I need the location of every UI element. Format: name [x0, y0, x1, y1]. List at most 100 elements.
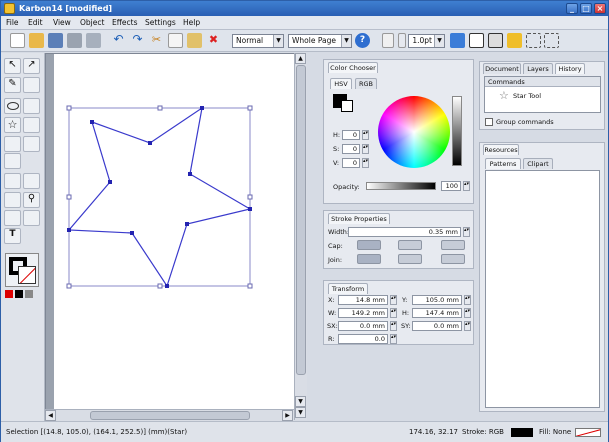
arrange-icon[interactable] — [507, 33, 522, 48]
help-icon[interactable]: ? — [355, 33, 370, 48]
zoom-tool-icon[interactable]: ⚲ — [23, 192, 40, 208]
h-spin-buttons[interactable]: ▴▾ — [362, 130, 369, 140]
rounded-rect-tool-icon[interactable] — [23, 117, 40, 133]
opacity-spin-buttons[interactable]: ▴▾ — [463, 181, 470, 191]
tab-document[interactable]: Document — [483, 63, 521, 74]
horizontal-scroll-thumb[interactable] — [90, 411, 250, 420]
sy-spin-buttons[interactable]: ▴▾ — [464, 321, 471, 331]
bring-to-front-icon[interactable] — [450, 33, 465, 48]
vertical-scrollbar[interactable]: ▲ ▼ ▼ — [294, 53, 307, 420]
scroll-down-icon[interactable]: ▼ — [295, 396, 306, 407]
join-round-button[interactable] — [398, 254, 422, 264]
join-miter-button[interactable] — [357, 254, 381, 264]
horizontal-scrollbar[interactable]: ◀ ▶ — [45, 409, 294, 421]
paste-icon[interactable] — [187, 33, 202, 48]
stroke-fill-swatch[interactable] — [5, 253, 39, 287]
group-commands-checkbox[interactable] — [485, 118, 493, 126]
scroll-down-page-icon[interactable]: ▼ — [295, 407, 306, 418]
x-field[interactable]: 14.8 mm — [338, 295, 388, 305]
h-transform-spin-buttons[interactable]: ▴▾ — [464, 308, 471, 318]
cap-square-button[interactable] — [441, 240, 465, 250]
text-tool-icon[interactable]: T — [4, 228, 21, 244]
w-field[interactable]: 149.2 mm — [338, 308, 388, 318]
menu-help[interactable]: Help — [183, 18, 200, 27]
star-tool-icon[interactable]: ☆ — [4, 117, 21, 133]
cap-round-button[interactable] — [398, 240, 422, 250]
y-spin-buttons[interactable]: ▴▾ — [464, 295, 471, 305]
undo-icon[interactable]: ↶ — [111, 33, 126, 48]
join-bevel-button[interactable] — [441, 254, 465, 264]
save-icon[interactable] — [48, 33, 63, 48]
zoom-spin-icon[interactable] — [382, 33, 394, 48]
star-node-handles[interactable] — [67, 106, 252, 288]
close-button[interactable]: × — [594, 3, 606, 14]
cap-butt-button[interactable] — [357, 240, 381, 250]
polygon-tool-icon[interactable] — [23, 136, 40, 152]
tab-layers[interactable]: Layers — [523, 63, 553, 74]
opacity-slider[interactable] — [366, 182, 436, 190]
black-color-icon[interactable] — [15, 290, 23, 298]
zoom-select[interactable]: Whole Page ▼ — [288, 34, 352, 48]
group-icon[interactable] — [469, 33, 484, 48]
h-field[interactable]: 0 — [342, 130, 360, 140]
history-item-star-tool[interactable]: Star Tool — [513, 92, 541, 100]
print-icon[interactable] — [67, 33, 82, 48]
s-field[interactable]: 0 — [342, 144, 360, 154]
distribute-icon[interactable] — [544, 33, 559, 48]
w-spin-buttons[interactable]: ▴▾ — [390, 308, 397, 318]
copy-icon[interactable] — [168, 33, 183, 48]
sx-field[interactable]: 0.0 mm — [338, 321, 388, 331]
sx-spin-buttons[interactable]: ▴▾ — [390, 321, 397, 331]
spiral-tool-icon[interactable] — [23, 98, 40, 114]
swap-colors-icon[interactable] — [25, 290, 33, 298]
fill-none-swatch[interactable] — [18, 266, 36, 284]
vertical-scroll-thumb[interactable] — [296, 65, 306, 375]
h-transform-field[interactable]: 147.4 mm — [412, 308, 462, 318]
edit-path-tool-icon[interactable]: ↗ — [23, 58, 40, 74]
tab-rgb[interactable]: RGB — [355, 78, 377, 89]
r-spin-buttons[interactable]: ▴▾ — [390, 334, 397, 344]
v-spin-buttons[interactable]: ▴▾ — [362, 158, 369, 168]
menu-edit[interactable]: Edit — [28, 18, 43, 27]
open-folder-icon[interactable] — [29, 33, 44, 48]
ungroup-icon[interactable] — [488, 33, 503, 48]
scroll-left-icon[interactable]: ◀ — [45, 410, 56, 421]
scroll-right-icon[interactable]: ▶ — [282, 410, 293, 421]
stroke-width-field[interactable]: 1.0pt ▼ — [408, 34, 445, 48]
shear-tool-icon[interactable] — [23, 173, 40, 189]
menu-file[interactable]: File — [6, 18, 19, 27]
view-mode-select[interactable]: Normal ▼ — [232, 34, 284, 48]
ellipse-tool-icon[interactable] — [4, 98, 21, 114]
print-preview-icon[interactable] — [86, 33, 101, 48]
tab-hsv[interactable]: HSV — [330, 78, 352, 89]
r-field[interactable]: 0.0 — [338, 334, 388, 344]
rectangle-tool-icon[interactable] — [4, 136, 21, 152]
align-icon[interactable] — [526, 33, 541, 48]
stroke-spin-buttons[interactable] — [398, 33, 406, 48]
menu-view[interactable]: View — [53, 18, 71, 27]
menu-effects[interactable]: Effects — [112, 18, 138, 27]
sy-field[interactable]: 0.0 mm — [412, 321, 462, 331]
menu-object[interactable]: Object — [80, 18, 104, 27]
tab-clipart[interactable]: Clipart — [523, 158, 553, 169]
maximize-button[interactable]: □ — [580, 3, 592, 14]
s-spin-buttons[interactable]: ▴▾ — [362, 144, 369, 154]
opacity-field[interactable]: 100 — [441, 181, 461, 191]
pattern-fill-tool-icon[interactable] — [4, 210, 21, 226]
none-color-icon[interactable] — [5, 290, 13, 298]
select-tool-icon[interactable]: ↖ — [4, 58, 21, 74]
delete-icon[interactable]: ✖ — [206, 33, 221, 48]
pattern-tool-icon[interactable] — [23, 77, 40, 93]
rotate-tool-icon[interactable] — [4, 173, 21, 189]
x-spin-buttons[interactable]: ▴▾ — [390, 295, 397, 305]
star-shape[interactable] — [67, 106, 252, 288]
shadow-tool-icon[interactable] — [23, 210, 40, 226]
gradient-tool-icon[interactable] — [4, 192, 21, 208]
stroke-width-spin-buttons[interactable]: ▴▾ — [463, 227, 470, 237]
circle-tool-icon[interactable] — [4, 153, 21, 169]
y-field[interactable]: 105.0 mm — [412, 295, 462, 305]
redo-icon[interactable]: ↷ — [130, 33, 145, 48]
stroke-width-input[interactable]: 0.35 mm — [348, 227, 461, 237]
tab-patterns[interactable]: Patterns — [485, 158, 521, 169]
scroll-up-icon[interactable]: ▲ — [295, 53, 306, 64]
